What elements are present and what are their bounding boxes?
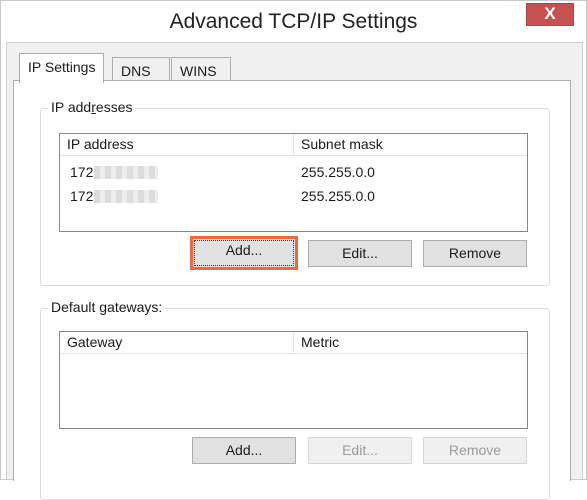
tab-ip-settings[interactable]: IP Settings [19, 53, 105, 83]
window-title: Advanced TCP/IP Settings [169, 10, 418, 33]
ip-remove-button[interactable]: Remove [423, 240, 527, 267]
ip-settings-panel: IP addresses IP address Subnet mask 172 … [13, 80, 571, 500]
gateway-list[interactable]: Gateway Metric [59, 331, 528, 429]
column-subnet-mask[interactable]: Subnet mask [293, 134, 527, 155]
redacted-text [94, 190, 159, 203]
gateway-remove-button[interactable]: Remove [423, 437, 527, 464]
ip-address-cell: 172 [70, 164, 159, 180]
close-icon: X [544, 4, 556, 23]
title-bar: Advanced TCP/IP Settings X [1, 1, 586, 42]
subnet-mask-cell: 255.255.0.0 [301, 188, 375, 204]
default-gateways-label: Default gateways: [48, 299, 166, 315]
gateway-list-header: Gateway Metric [60, 332, 527, 354]
redacted-text [94, 166, 159, 179]
ip-add-button[interactable]: Add... [190, 236, 298, 270]
gateway-add-button[interactable]: Add... [192, 437, 296, 464]
subnet-mask-cell: 255.255.0.0 [301, 164, 375, 180]
ip-address-list[interactable]: IP address Subnet mask 172 255.255.0.0 1… [59, 133, 528, 232]
column-ip-address[interactable]: IP address [60, 134, 293, 155]
ip-list-header: IP address Subnet mask [60, 134, 527, 156]
gateway-edit-button[interactable]: Edit... [308, 437, 412, 464]
ip-edit-button[interactable]: Edit... [308, 240, 412, 267]
ip-addresses-label: IP addresses [48, 99, 136, 115]
close-button[interactable]: X [526, 3, 574, 26]
column-gateway[interactable]: Gateway [60, 332, 293, 353]
ip-address-cell: 172 [70, 188, 159, 204]
column-metric[interactable]: Metric [293, 332, 527, 353]
